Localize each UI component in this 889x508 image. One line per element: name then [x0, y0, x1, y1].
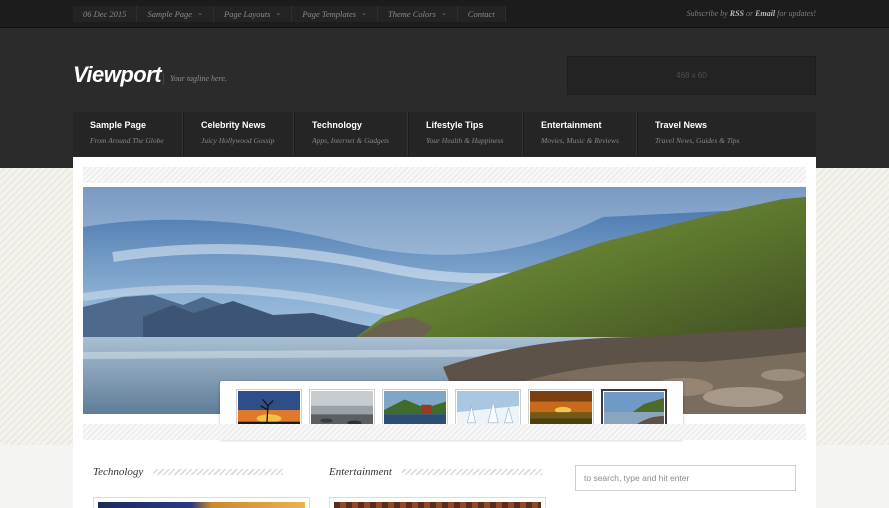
thumbnail-beach-rocks[interactable]: [309, 389, 375, 429]
rss-link[interactable]: RSS: [730, 9, 744, 18]
thumbnail-sunset-tree[interactable]: [236, 389, 302, 429]
nav-item-title: Sample Page: [90, 120, 147, 130]
nav-item-subtitle: Your Health & Happiness: [426, 136, 504, 145]
date-text: 06 Dec 2015: [83, 9, 127, 19]
top-nav-label: Page Layouts: [223, 9, 271, 19]
post-thumbnail-image: [334, 502, 541, 508]
post-thumbnail-image: [98, 502, 305, 508]
ad-banner[interactable]: 468 x 60: [567, 56, 816, 95]
top-nav-label: Contact: [467, 9, 495, 19]
chevron-down-icon: ⌄: [361, 9, 367, 17]
sunset-field-thumbnail-image: [530, 391, 592, 427]
nav-item-sample-page[interactable]: Sample Page From Around The Globe: [73, 112, 184, 156]
beach-rocks-thumbnail-image: [311, 391, 373, 427]
top-nav-sample-page[interactable]: Sample Page ⌄: [137, 6, 214, 22]
top-nav: 06 Dec 2015 Sample Page ⌄ Page Layouts ⌄ P…: [73, 6, 506, 22]
section-title: Entertainment: [329, 466, 392, 478]
content-panel: Technology Entertainment: [73, 157, 816, 508]
top-nav-page-layouts[interactable]: Page Layouts ⌄: [214, 6, 293, 22]
nav-item-travel-news[interactable]: Travel News Travel News, Guides & Tips: [638, 112, 816, 156]
nav-item-title: Technology: [312, 120, 362, 130]
section-divider: [153, 469, 284, 475]
email-link[interactable]: Email: [755, 9, 775, 18]
top-nav-label: Page Templates: [302, 9, 357, 19]
site-tagline: Your tagline here.: [163, 73, 227, 85]
ad-size-label: 468 x 60: [676, 71, 707, 80]
site-logo[interactable]: Viewport: [73, 62, 162, 88]
section-heading-entertainment: Entertainment: [329, 466, 542, 478]
subscribe-text: Subscribe by RSS or Email for updates!: [687, 9, 816, 18]
subscribe-prefix: Subscribe by: [686, 9, 728, 18]
nav-item-entertainment[interactable]: Entertainment Movies, Music & Reviews: [524, 112, 638, 156]
nav-item-technology[interactable]: Technology Apps, Internet & Gadgets: [295, 112, 409, 156]
thumbnail-lake-cabin[interactable]: [382, 389, 448, 429]
nav-item-celebrity-news[interactable]: Celebrity News Juicy Hollywood Gossip: [184, 112, 295, 156]
nav-item-subtitle: From Around The Globe: [90, 136, 164, 145]
nav-item-title: Entertainment: [541, 120, 602, 130]
chevron-down-icon: ⌄: [440, 9, 447, 17]
nav-item-title: Lifestyle Tips: [426, 120, 484, 130]
featured-slider-image[interactable]: [83, 187, 806, 414]
main-nav: Sample Page From Around The Globe Celebr…: [73, 112, 816, 156]
chevron-down-icon: ⌄: [197, 9, 203, 17]
nav-item-subtitle: Juicy Hollywood Gossip: [201, 136, 275, 145]
nav-item-subtitle: Travel News, Guides & Tips: [655, 136, 740, 145]
nav-item-title: Travel News: [655, 120, 708, 130]
chevron-down-icon: ⌄: [275, 9, 282, 17]
snowy-trees-thumbnail-image: [457, 391, 519, 427]
top-nav-label: Theme Colors: [387, 9, 436, 19]
subscribe-or: or: [745, 9, 754, 18]
section-divider: [401, 469, 542, 475]
entertainment-post-card[interactable]: [329, 497, 546, 508]
nav-item-title: Celebrity News: [201, 120, 266, 130]
top-nav-theme-colors[interactable]: Theme Colors ⌄: [378, 6, 458, 22]
thumbnail-coastal-cliff[interactable]: [601, 389, 667, 429]
coastal-landscape-image: [83, 187, 806, 414]
thumbnail-snowy-trees[interactable]: [455, 389, 521, 429]
top-utility-bar: 06 Dec 2015 Sample Page ⌄ Page Layouts ⌄ P…: [0, 0, 889, 28]
top-pattern-strip: [83, 167, 806, 183]
top-date: 06 Dec 2015: [73, 6, 138, 22]
nav-item-lifestyle-tips[interactable]: Lifestyle Tips Your Health & Happiness: [409, 112, 524, 156]
site-header: Viewport Your tagline here. 468 x 60 Sam…: [0, 28, 889, 168]
subscribe-suffix: for updates!: [777, 9, 816, 18]
nav-item-subtitle: Apps, Internet & Gadgets: [312, 136, 390, 145]
top-nav-label: Sample Page: [147, 9, 193, 19]
nav-item-subtitle: Movies, Music & Reviews: [541, 136, 619, 145]
sunset-tree-thumbnail-image: [238, 391, 300, 427]
top-nav-contact[interactable]: Contact: [458, 6, 506, 22]
search-input[interactable]: [575, 465, 796, 491]
lake-cabin-thumbnail-image: [384, 391, 446, 427]
technology-post-card[interactable]: [93, 497, 310, 508]
section-heading-technology: Technology: [93, 466, 284, 478]
thumbnail-sunset-field[interactable]: [528, 389, 594, 429]
section-title: Technology: [93, 466, 144, 478]
top-nav-page-templates[interactable]: Page Templates ⌄: [292, 6, 378, 22]
coastal-cliff-thumbnail-image: [604, 392, 664, 426]
bottom-pattern-strip: [83, 424, 806, 440]
